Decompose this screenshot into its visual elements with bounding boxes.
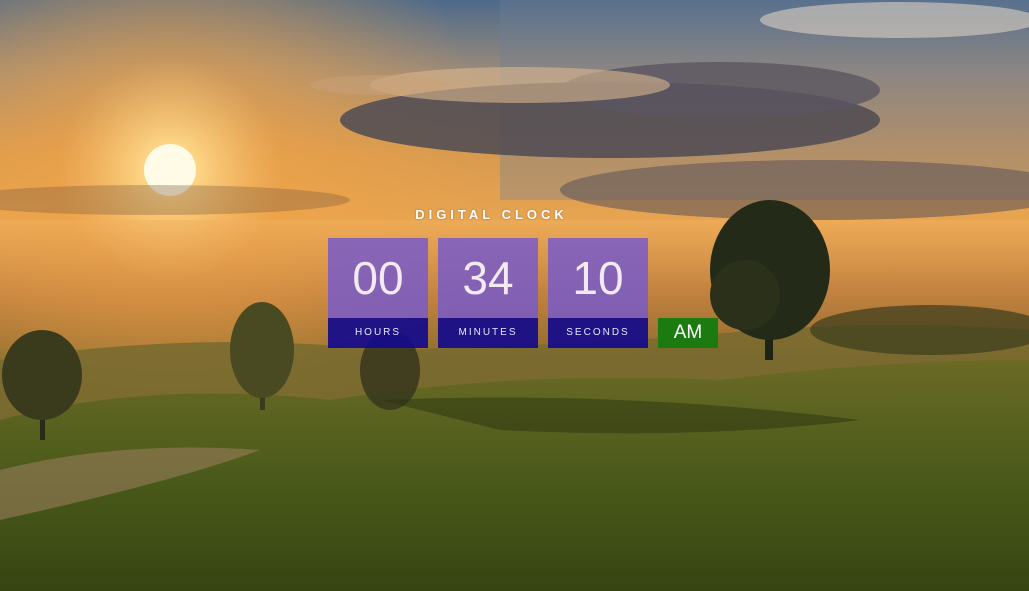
hours-label: HOURS	[328, 318, 428, 348]
seconds-label: SECONDS	[548, 318, 648, 348]
seconds-value: 10	[548, 238, 648, 318]
minutes-label: MINUTES	[438, 318, 538, 348]
minutes-tile: 34 MINUTES	[438, 238, 538, 348]
minutes-value: 34	[438, 238, 538, 318]
seconds-tile: 10 SECONDS	[548, 238, 648, 348]
ampm-badge: AM	[658, 318, 718, 348]
sunset-background: DIGITAL CLOCK 00 HOURS 34 MINUTES 10 SEC…	[0, 0, 1029, 591]
hours-value: 00	[328, 238, 428, 318]
clock-title: DIGITAL CLOCK	[415, 207, 568, 222]
hours-tile: 00 HOURS	[328, 238, 428, 348]
